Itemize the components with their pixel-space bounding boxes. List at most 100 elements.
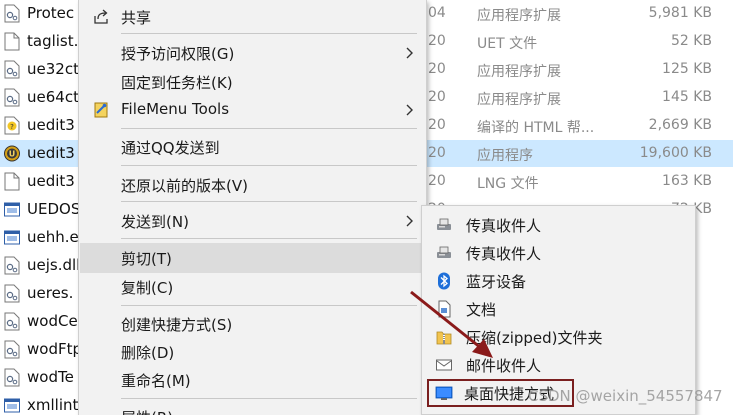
file-name: uedit3 — [27, 144, 75, 162]
dll-icon — [4, 284, 20, 303]
file-icon — [4, 32, 20, 51]
file-name: wodCe — [27, 312, 78, 330]
menu-item-restore-previous[interactable]: 还原以前的版本(V) — [80, 170, 426, 200]
chevron-right-icon — [406, 47, 413, 59]
file-date: 20 — [428, 145, 446, 161]
menu-separator — [121, 305, 417, 306]
chevron-right-icon — [406, 104, 413, 116]
exe-icon — [4, 200, 20, 219]
menu-separator — [121, 398, 417, 399]
menu-separator — [121, 201, 417, 202]
menu-item-send-qq[interactable]: 通过QQ发送到 — [80, 132, 426, 162]
submenu-label: 邮件收件人 — [466, 357, 542, 375]
menu-label: 发送到(N) — [121, 213, 189, 231]
file-name: Protec — [27, 4, 75, 22]
file-type: 应用程序 — [477, 148, 533, 164]
exe-icon — [4, 228, 20, 247]
dll-icon — [4, 256, 20, 275]
context-menu: 共享 授予访问权限(G) 固定到任务栏(K) FileMenu Tools 通过… — [78, 0, 427, 415]
file-size: 125 KB — [662, 61, 712, 77]
menu-item-pin-taskbar[interactable]: 固定到任务栏(K) — [80, 67, 426, 97]
submenu-item-bluetooth[interactable]: 蓝牙设备 — [424, 267, 694, 295]
file-name: uedit3 — [27, 172, 75, 190]
file-type: LNG 文件 — [477, 176, 539, 192]
menu-item-copy[interactable]: 复制(C) — [80, 272, 426, 302]
file-name: UEDOS — [27, 200, 81, 218]
file-date: 20 — [428, 33, 446, 49]
menu-item-grant-access[interactable]: 授予访问权限(G) — [80, 38, 426, 68]
menu-item-filemenu-tools[interactable]: FileMenu Tools — [80, 95, 426, 125]
file-size: 5,981 KB — [648, 5, 712, 21]
watermark: CSDN @weixin_54557847 — [528, 387, 723, 405]
file-date: 04 — [428, 5, 446, 21]
file-type: 应用程序扩展 — [477, 64, 561, 80]
chevron-right-icon — [406, 215, 413, 227]
menu-label: 重命名(M) — [121, 372, 191, 390]
menu-item-share[interactable]: 共享 — [80, 2, 426, 32]
submenu-item-fax-2[interactable]: 传真收件人 — [424, 239, 694, 267]
menu-label: 授予访问权限(G) — [121, 45, 235, 63]
menu-separator — [121, 238, 417, 239]
dll-icon — [4, 312, 20, 331]
submenu-item-documents[interactable]: 文档 — [424, 295, 694, 323]
file-name: ue64ct — [27, 88, 79, 106]
filemenu-tools-icon — [94, 102, 108, 118]
file-date: 20 — [428, 61, 446, 77]
submenu-item-zip[interactable]: 压缩(zipped)文件夹 — [424, 323, 694, 351]
file-size: 52 KB — [670, 33, 712, 49]
mail-icon — [436, 359, 452, 371]
file-size: 145 KB — [662, 89, 712, 105]
menu-separator — [121, 128, 417, 129]
dll-icon — [4, 340, 20, 359]
menu-item-properties[interactable]: 属性(R) — [80, 402, 426, 415]
exe-icon — [4, 396, 20, 415]
menu-label: 创建快捷方式(S) — [121, 316, 233, 334]
file-size: 2,669 KB — [648, 117, 712, 133]
file-name: wodTe — [27, 368, 74, 386]
menu-label: FileMenu Tools — [121, 100, 230, 118]
fax-icon — [437, 246, 451, 258]
menu-label: 属性(R) — [121, 407, 173, 415]
menu-separator — [121, 165, 417, 166]
file-name: wodFtp — [27, 340, 82, 358]
file-date: 20 — [428, 89, 446, 105]
menu-label: 剪切(T) — [121, 250, 172, 268]
dll-icon — [4, 60, 20, 79]
file-name: taglist. — [27, 32, 79, 50]
file-name: uejs.dll — [27, 256, 81, 274]
svg-text:U: U — [9, 150, 16, 159]
file-name: uehh.e — [27, 228, 79, 246]
dll-icon — [4, 4, 20, 23]
desktop-icon — [435, 386, 453, 400]
menu-item-delete[interactable]: 删除(D) — [80, 337, 426, 367]
ultraedit-icon: U — [4, 144, 20, 163]
submenu-item-fax-1[interactable]: 传真收件人 — [424, 211, 694, 239]
menu-item-send-to[interactable]: 发送到(N) — [80, 206, 426, 236]
menu-label: 共享 — [121, 9, 152, 27]
file-name: xmllint — [27, 396, 79, 414]
file-size: 19,600 KB — [639, 145, 712, 161]
file-date: 20 — [428, 173, 446, 189]
menu-label: 固定到任务栏(K) — [121, 74, 233, 92]
submenu-label: 压缩(zipped)文件夹 — [466, 329, 603, 347]
file-type: 应用程序扩展 — [477, 8, 561, 24]
document-icon — [438, 300, 451, 318]
submenu-item-mail[interactable]: 邮件收件人 — [424, 351, 694, 379]
dll-icon — [4, 368, 20, 387]
menu-label: 复制(C) — [121, 279, 174, 297]
file-size: 163 KB — [662, 173, 712, 189]
submenu-label: 文档 — [466, 301, 497, 319]
submenu-label: 蓝牙设备 — [466, 273, 527, 291]
submenu-label: 传真收件人 — [466, 217, 542, 235]
menu-item-rename[interactable]: 重命名(M) — [80, 365, 426, 395]
bluetooth-icon — [438, 272, 450, 290]
zip-folder-icon — [436, 331, 452, 345]
file-type: 编译的 HTML 帮... — [477, 120, 595, 136]
file-name: ueres. — [27, 284, 74, 302]
menu-item-create-shortcut[interactable]: 创建快捷方式(S) — [80, 309, 426, 339]
file-date: 20 — [428, 117, 446, 133]
file-type: UET 文件 — [477, 36, 538, 52]
menu-item-cut[interactable]: 剪切(T) — [80, 243, 426, 273]
fax-icon — [437, 218, 451, 230]
share-icon — [94, 9, 108, 24]
